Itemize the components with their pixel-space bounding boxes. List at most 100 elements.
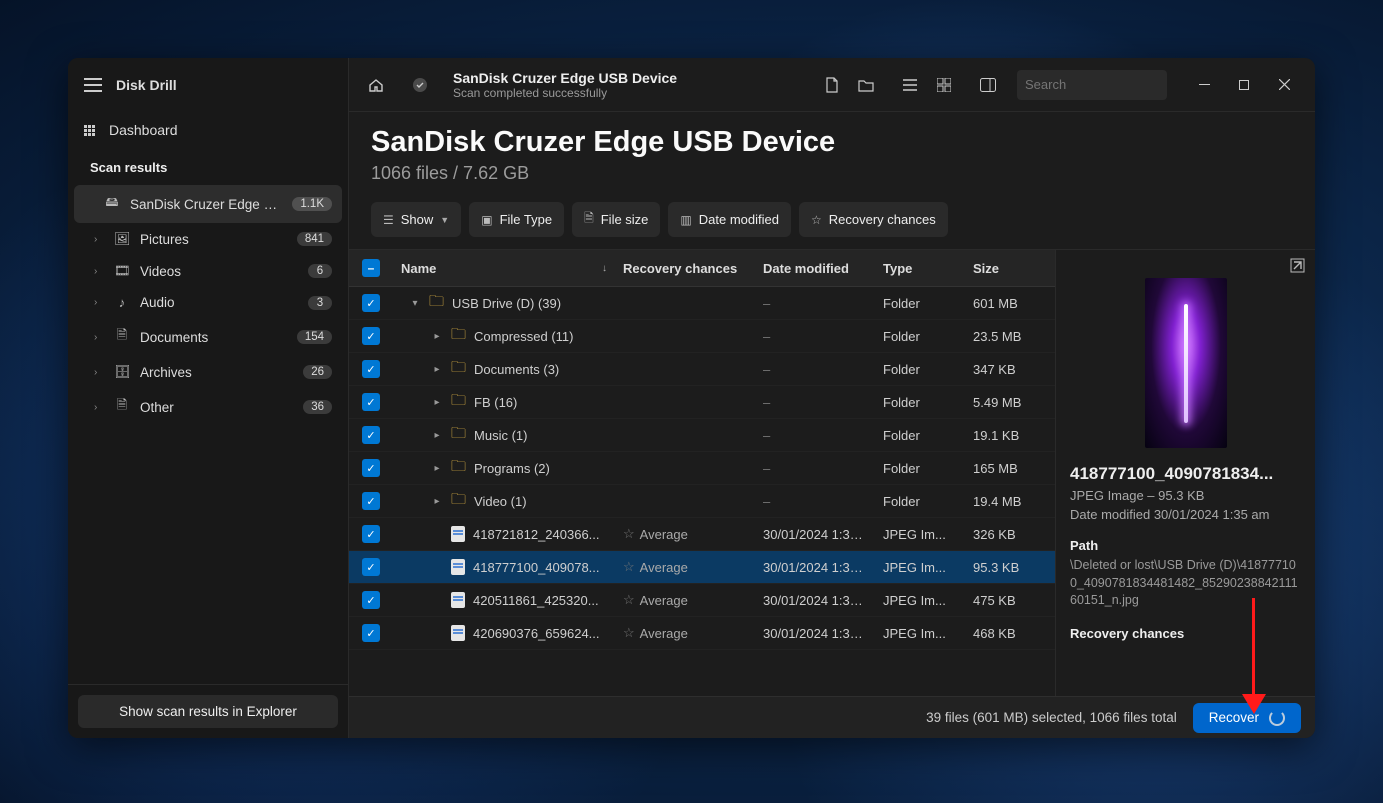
column-recovery[interactable]: Recovery chances <box>615 250 755 286</box>
column-date[interactable]: Date modified <box>755 250 875 286</box>
popout-button[interactable] <box>1290 258 1305 277</box>
preview-date: Date modified 30/01/2024 1:35 am <box>1070 507 1301 522</box>
popout-icon <box>1290 258 1305 273</box>
size-value: 165 MB <box>965 461 1055 476</box>
chevron-right-icon: › <box>94 367 104 378</box>
column-name[interactable]: Name↓ <box>393 250 615 286</box>
device-status: Scan completed successfully <box>453 86 677 100</box>
recovery-chances-filter-button[interactable]: ☆ Recovery chances <box>799 202 948 237</box>
folder-view-button[interactable] <box>851 70 881 100</box>
header-checkbox-cell[interactable]: – <box>349 250 393 286</box>
recover-label: Recover <box>1209 710 1259 725</box>
table-row[interactable]: ✓▸🗀Compressed (11)–Folder23.5 MB <box>349 320 1055 353</box>
row-checkbox[interactable]: ✓ <box>362 624 380 642</box>
file-type-filter-button[interactable]: ▣ File Type <box>469 202 564 237</box>
row-checkbox[interactable]: ✓ <box>362 525 380 543</box>
table-row[interactable]: ✓▸🗀Documents (3)–Folder347 KB <box>349 353 1055 386</box>
file-size-filter-button[interactable]: 🗎 File size <box>572 202 660 237</box>
size-value: 601 MB <box>965 296 1055 311</box>
table-row[interactable]: ✓▸🗀FB (16)–Folder5.49 MB <box>349 386 1055 419</box>
column-type[interactable]: Type <box>875 250 965 286</box>
row-checkbox[interactable]: ✓ <box>362 294 380 312</box>
table-row[interactable]: ✓418721812_240366...☆Average30/01/2024 1… <box>349 518 1055 551</box>
row-checkbox[interactable]: ✓ <box>362 426 380 444</box>
close-button[interactable] <box>1265 70 1303 100</box>
table-row[interactable]: ✓420690376_659624...☆Average30/01/2024 1… <box>349 617 1055 650</box>
table-header: – Name↓ Recovery chances Date modified T… <box>349 250 1055 287</box>
file-icon <box>451 559 465 575</box>
row-checkbox[interactable]: ✓ <box>362 459 380 477</box>
dashboard-nav-item[interactable]: Dashboard <box>68 112 348 148</box>
file-name: USB Drive (D) (39) <box>452 296 561 311</box>
category-icon: 🗎 <box>114 326 130 348</box>
sidebar-item[interactable]: ›🗎Other36 <box>74 388 342 426</box>
show-in-explorer-button[interactable]: Show scan results in Explorer <box>78 695 338 728</box>
sidebar-item[interactable]: ›🗄Archives26 <box>74 356 342 388</box>
close-icon <box>1279 79 1290 90</box>
table-row[interactable]: ✓▸🗀Video (1)–Folder19.4 MB <box>349 485 1055 518</box>
row-expander[interactable]: ▸ <box>431 463 443 474</box>
grid-view-button[interactable] <box>929 70 959 100</box>
date-modified-filter-button[interactable]: ▥ Date modified <box>668 202 791 237</box>
header-area: SanDisk Cruzer Edge USB Device 1066 file… <box>349 112 1315 249</box>
sidebar-item-label: SanDisk Cruzer Edge US... <box>130 197 282 212</box>
preview-path-value: \Deleted or lost\USB Drive (D)\418777100… <box>1070 557 1301 610</box>
date-value: – <box>763 461 770 476</box>
row-checkbox[interactable]: ✓ <box>362 360 380 378</box>
dashboard-label: Dashboard <box>109 122 178 138</box>
sidebar-item[interactable]: 🖴SanDisk Cruzer Edge US...1.1K <box>74 185 342 223</box>
row-checkbox[interactable]: ✓ <box>362 558 380 576</box>
recovery-value: Average <box>640 593 688 608</box>
titlebar: SanDisk Cruzer Edge USB Device Scan comp… <box>349 58 1315 112</box>
row-expander[interactable]: ▾ <box>409 298 421 309</box>
row-checkbox[interactable]: ✓ <box>362 327 380 345</box>
table-body[interactable]: ✓▾🗀USB Drive (D) (39)–Folder601 MB✓▸🗀Com… <box>349 287 1055 696</box>
page-title: SanDisk Cruzer Edge USB Device <box>371 126 1293 159</box>
row-expander[interactable]: ▸ <box>431 331 443 342</box>
file-name: FB (16) <box>474 395 517 410</box>
file-view-button[interactable] <box>817 70 847 100</box>
chevron-right-icon: › <box>94 332 104 343</box>
table-row[interactable]: ✓420511861_425320...☆Average30/01/2024 1… <box>349 584 1055 617</box>
pane-icon <box>980 78 996 92</box>
row-checkbox[interactable]: ✓ <box>362 591 380 609</box>
search-input[interactable] <box>1025 77 1201 92</box>
table-row[interactable]: ✓▸🗀Music (1)–Folder19.1 KB <box>349 419 1055 452</box>
home-button[interactable] <box>361 70 391 100</box>
recovery-value: Average <box>640 527 688 542</box>
row-expander[interactable]: ▸ <box>431 397 443 408</box>
sidebar-item-count: 154 <box>297 330 332 344</box>
table-row[interactable]: ✓▸🗀Programs (2)–Folder165 MB <box>349 452 1055 485</box>
sidebar-item[interactable]: ›🎞Videos6 <box>74 255 342 287</box>
file-size-icon: 🗎 <box>584 209 594 230</box>
sidebar-item[interactable]: ›🗎Documents154 <box>74 318 342 356</box>
file-name: Programs (2) <box>474 461 550 476</box>
sidebar-item-label: Pictures <box>140 232 287 247</box>
preview-pane-toggle[interactable] <box>973 70 1003 100</box>
file-name: Music (1) <box>474 428 527 443</box>
recover-button[interactable]: Recover <box>1193 703 1301 733</box>
date-modified-label: Date modified <box>699 212 779 227</box>
sidebar-item[interactable]: ›🖼Pictures841 <box>74 223 342 255</box>
folder-icon: 🗀 <box>451 357 466 382</box>
column-size[interactable]: Size <box>965 250 1055 286</box>
sidebar-item[interactable]: ›♪Audio3 <box>74 287 342 318</box>
minimize-button[interactable] <box>1185 70 1223 100</box>
maximize-button[interactable] <box>1225 70 1263 100</box>
sidebar-tree: 🖴SanDisk Cruzer Edge US...1.1K›🖼Pictures… <box>68 185 348 684</box>
row-expander[interactable]: ▸ <box>431 430 443 441</box>
sidebar-item-count: 3 <box>308 296 332 310</box>
table-row[interactable]: ✓418777100_409078...☆Average30/01/2024 1… <box>349 551 1055 584</box>
row-expander[interactable]: ▸ <box>431 496 443 507</box>
spinner-icon <box>1269 710 1285 726</box>
file-name: 420690376_659624... <box>473 626 600 641</box>
row-expander[interactable]: ▸ <box>431 364 443 375</box>
hamburger-menu-button[interactable] <box>84 78 102 92</box>
table-row[interactable]: ✓▾🗀USB Drive (D) (39)–Folder601 MB <box>349 287 1055 320</box>
file-type-label: File Type <box>500 212 553 227</box>
search-box[interactable] <box>1017 70 1167 100</box>
show-filter-button[interactable]: ☰ Show ▼ <box>371 202 461 237</box>
row-checkbox[interactable]: ✓ <box>362 393 380 411</box>
list-view-button[interactable] <box>895 70 925 100</box>
row-checkbox[interactable]: ✓ <box>362 492 380 510</box>
